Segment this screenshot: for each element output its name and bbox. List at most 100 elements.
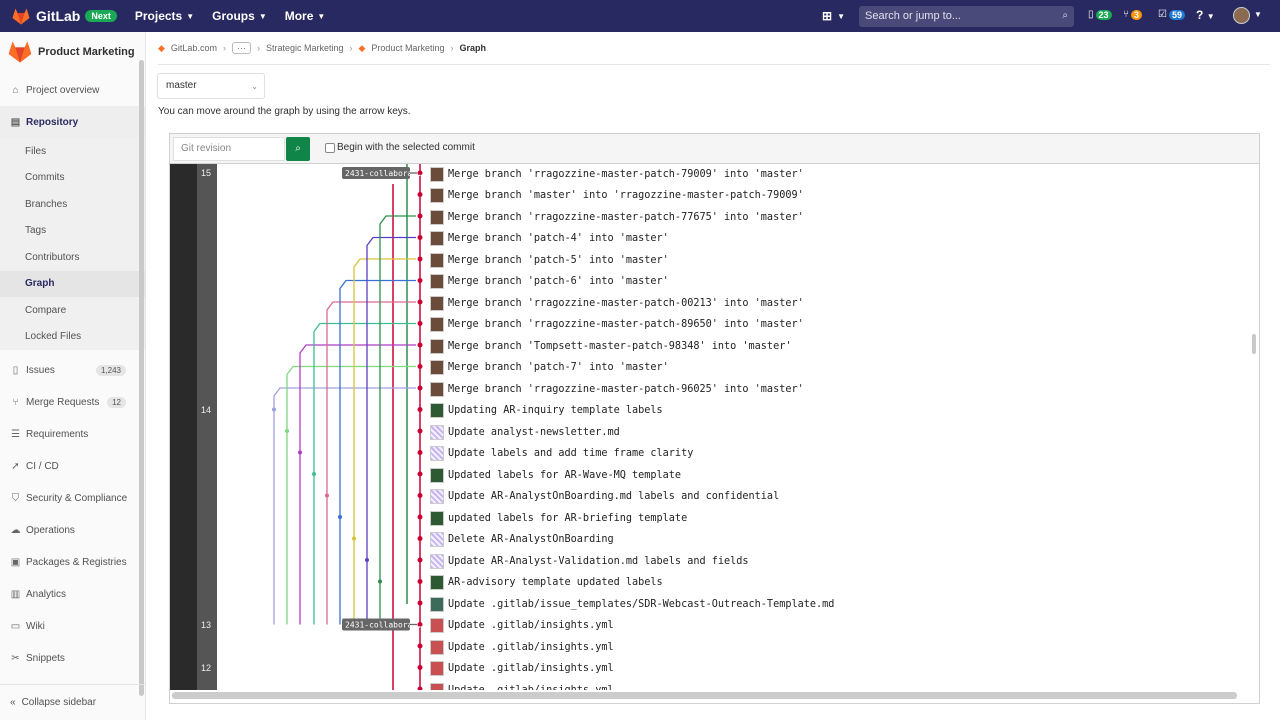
commit-row[interactable]: Updated labels for AR-Wave-MQ template — [430, 465, 681, 485]
merge-line — [313, 322, 416, 625]
commit-row[interactable]: Merge branch 'patch-7' into 'master' — [430, 358, 669, 378]
search-input[interactable]: Search or jump to... ⌕ — [859, 6, 1074, 27]
commit-message: Merge branch 'patch-4' into 'master' — [448, 233, 669, 244]
commit-author-avatar — [430, 661, 444, 676]
help-button[interactable]: ? ▼ — [1196, 8, 1215, 22]
sidebar-subitem-tags[interactable]: Tags — [0, 217, 145, 244]
commit-row[interactable]: Merge branch 'patch-6' into 'master' — [430, 272, 669, 292]
sidebar-item-ci-cd[interactable]: ➚ CI / CD — [0, 450, 145, 482]
sidebar-item-repository[interactable]: ▤ Repository — [0, 106, 145, 138]
commit-row[interactable]: Merge branch 'rragozzine-master-patch-77… — [430, 207, 804, 227]
sidebar-item-analytics[interactable]: ▥ Analytics — [0, 578, 145, 610]
breadcrumb-separator: › — [450, 43, 454, 53]
breadcrumb-more-button[interactable]: ··· — [231, 42, 251, 54]
sidebar-item-project-overview[interactable]: ⌂ Project overview — [0, 74, 145, 106]
commit-row[interactable]: Delete AR-AnalystOnBoarding — [430, 530, 614, 550]
begin-with-commit-checkbox[interactable] — [325, 143, 335, 153]
sidebar-subitem-contributors[interactable]: Contributors — [0, 244, 145, 271]
nav-projects[interactable]: Projects ▼ — [135, 9, 194, 23]
commit-message: Merge branch 'rragozzine-master-patch-96… — [448, 383, 804, 395]
breadcrumb-group[interactable]: Strategic Marketing — [266, 43, 344, 53]
sidebar-item-label: CI / CD — [26, 460, 59, 472]
commit-row[interactable]: Update .gitlab/insights.yml — [430, 659, 614, 679]
commit-row[interactable]: Update .gitlab/insights.yml — [430, 637, 614, 657]
commit-author-avatar — [430, 295, 444, 311]
commit-row[interactable]: Update analyst-newsletter.md — [430, 422, 620, 442]
sidebar-subitem-commits[interactable]: Commits — [0, 164, 145, 191]
home-icon: ⌂ — [12, 84, 19, 96]
commit-author-avatar — [430, 317, 444, 332]
graph-canvas[interactable]: 15 14 13 12 2431-collaborat… 2431-collabo… — [170, 164, 1259, 690]
commit-row[interactable]: Merge branch 'rragozzine-master-patch-79… — [430, 164, 804, 184]
commit-message: Update .gitlab/issue_templates/SDR-Webca… — [448, 598, 835, 610]
commit-row[interactable]: Updating AR-inquiry template labels — [430, 401, 663, 421]
commit-message: Merge branch 'rragozzine-master-patch-89… — [448, 319, 804, 330]
sidebar-subitem-graph[interactable]: Graph — [0, 270, 145, 297]
graph-horizontal-scrollbar[interactable] — [172, 692, 1237, 699]
sidebar-item-requirements[interactable]: ☰ Requirements — [0, 418, 145, 450]
commit-author-avatar — [430, 682, 444, 690]
chevron-down-icon[interactable]: ▼ — [1254, 10, 1262, 19]
nav-groups[interactable]: Groups ▼ — [212, 9, 267, 23]
page-scrollbar[interactable] — [1252, 334, 1256, 354]
collapse-sidebar-button[interactable]: « Collapse sidebar — [0, 684, 146, 720]
merge-line — [339, 279, 416, 625]
sidebar-item-packages[interactable]: ▣ Packages & Registries — [0, 546, 145, 578]
sidebar-item-snippets[interactable]: ✂ Snippets — [0, 642, 145, 674]
commit-row[interactable]: Merge branch 'rragozzine-master-patch-89… — [430, 315, 804, 335]
commit-row[interactable]: Merge branch 'rragozzine-master-patch-96… — [430, 379, 804, 399]
branch-dropdown[interactable]: master ⌄ — [157, 73, 265, 99]
git-revision-placeholder: Git revision — [181, 143, 232, 154]
commit-author-avatar — [430, 489, 444, 504]
sidebar-subitem-compare[interactable]: Compare — [0, 297, 145, 324]
breadcrumb-root[interactable]: GitLab.com — [171, 43, 217, 53]
nav-more[interactable]: More ▼ — [285, 9, 326, 23]
commit-row[interactable]: updated labels for AR-briefing template — [430, 508, 687, 528]
chevron-down-icon: ▼ — [1206, 12, 1215, 21]
commit-row[interactable]: Merge branch 'master' into 'rragozzine-m… — [430, 186, 804, 206]
sidebar-item-wiki[interactable]: ▭ Wiki — [0, 610, 145, 642]
begin-with-commit-label: Begin with the selected commit — [337, 142, 475, 153]
breadcrumb-project[interactable]: Product Marketing — [371, 43, 444, 53]
project-header[interactable]: Product Marketing — [0, 32, 145, 72]
chevron-down-icon: ▼ — [258, 11, 267, 21]
new-menu-button[interactable]: ⊞ ▼ — [822, 9, 845, 23]
brand-name: GitLab — [36, 8, 81, 24]
sidebar-scrollbar[interactable] — [139, 60, 144, 696]
todos-counter[interactable]: ☑ 59 — [1158, 9, 1185, 20]
commit-row[interactable]: Update .gitlab/insights.yml — [430, 616, 614, 636]
user-avatar[interactable] — [1233, 7, 1250, 24]
commit-row[interactable]: Merge branch 'rragozzine-master-patch-00… — [430, 293, 804, 313]
commit-row[interactable]: Update AR-AnalystOnBoarding.md labels an… — [430, 487, 779, 507]
todo-icon: ☑ — [1158, 9, 1167, 20]
commit-row[interactable]: Update AR-Analyst-Validation.md labels a… — [430, 551, 749, 571]
issues-counter[interactable]: ▯ 23 — [1088, 9, 1112, 20]
sidebar-item-operations[interactable]: ☁ Operations — [0, 514, 145, 546]
commit-author-avatar — [430, 360, 444, 375]
commit-author-avatar — [430, 596, 444, 612]
sidebar-subitem-locked-files[interactable]: Locked Files — [0, 323, 145, 350]
revision-search-button[interactable]: ⌕ — [286, 137, 310, 161]
commit-dot — [365, 558, 369, 562]
sidebar-item-merge-requests[interactable]: ⑂ Merge Requests 12 — [0, 386, 145, 418]
sidebar-subitem-branches[interactable]: Branches — [0, 191, 145, 218]
sidebar-subitem-files[interactable]: Files — [0, 138, 145, 165]
commit-row[interactable]: Update .gitlab/issue_templates/SDR-Webca… — [430, 594, 834, 614]
double-chevron-left-icon: « — [10, 697, 16, 708]
search-icon: ⌕ — [1062, 10, 1068, 21]
commit-dot — [417, 256, 423, 262]
commit-row[interactable]: Merge branch 'patch-5' into 'master' — [430, 250, 669, 270]
git-revision-input[interactable]: Git revision — [173, 137, 285, 161]
commit-row[interactable]: Merge branch 'Tompsett-master-patch-9834… — [430, 336, 791, 356]
commit-row[interactable]: AR-advisory template updated labels — [430, 573, 663, 593]
commit-author-avatar — [430, 618, 444, 633]
commit-row[interactable]: Update labels and add time frame clarity — [430, 444, 693, 464]
commit-author-avatar — [430, 403, 444, 418]
gitlab-logo[interactable]: GitLab Next — [12, 8, 117, 25]
sidebar-item-issues[interactable]: ▯ Issues 1,243 — [0, 354, 145, 386]
commit-row[interactable]: Merge branch 'patch-4' into 'master' — [430, 229, 669, 249]
sidebar-item-security[interactable]: ⛉ Security & Compliance — [0, 482, 145, 514]
commit-dot — [417, 450, 423, 455]
commit-row[interactable]: Update .gitlab/insights.yml — [430, 680, 614, 690]
merge-requests-counter[interactable]: ⑂ 3 — [1123, 9, 1143, 20]
